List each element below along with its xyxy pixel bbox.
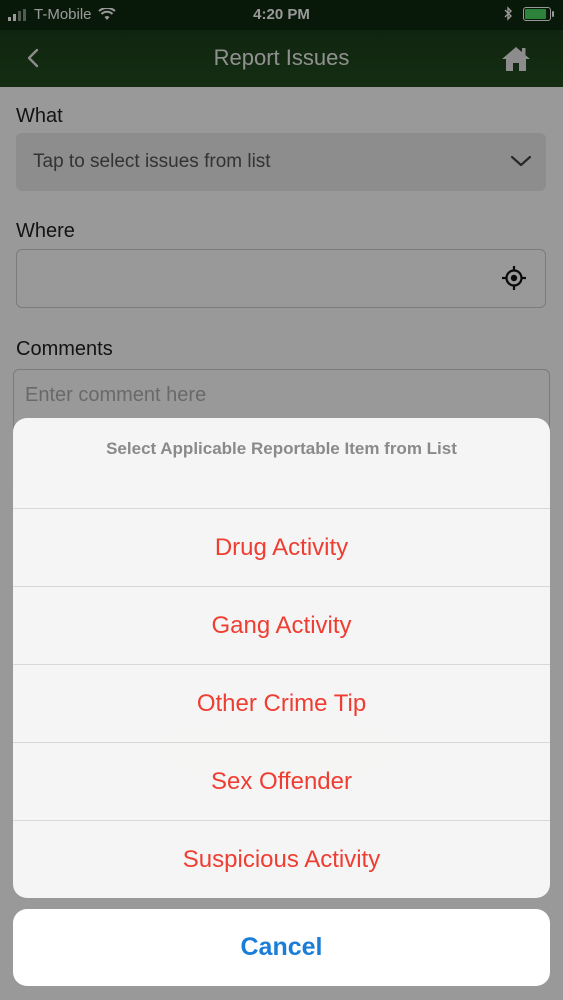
option-gang-activity[interactable]: Gang Activity bbox=[13, 587, 550, 665]
cancel-button[interactable]: Cancel bbox=[13, 909, 550, 986]
action-sheet-header: Select Applicable Reportable Item from L… bbox=[13, 418, 550, 509]
option-drug-activity[interactable]: Drug Activity bbox=[13, 509, 550, 587]
option-other-crime-tip[interactable]: Other Crime Tip bbox=[13, 665, 550, 743]
option-sex-offender[interactable]: Sex Offender bbox=[13, 743, 550, 821]
option-suspicious-activity[interactable]: Suspicious Activity bbox=[13, 821, 550, 898]
action-sheet-title: Select Applicable Reportable Item from L… bbox=[106, 439, 457, 458]
action-sheet: Select Applicable Reportable Item from L… bbox=[13, 418, 550, 898]
